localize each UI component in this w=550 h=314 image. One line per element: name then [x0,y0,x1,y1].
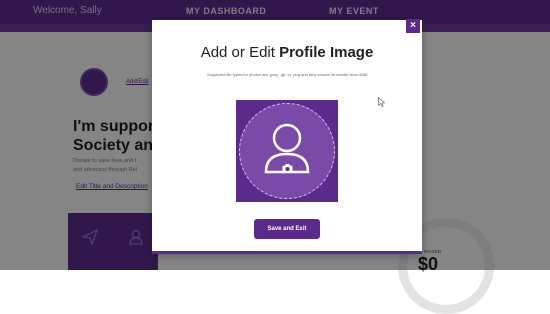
profile-image-upload-area[interactable] [236,100,338,202]
modal-title: Add or Edit Profile Image [152,44,422,61]
camera-icon[interactable] [282,164,293,173]
modal-title-prefix: Add or Edit [200,44,280,61]
close-icon[interactable]: × [406,19,420,33]
profile-image-modal: Add or Edit Profile Image Supported file… [152,20,422,254]
user-placeholder-icon [264,123,310,174]
mouse-pointer-icon [378,97,386,107]
save-and-exit-button[interactable]: Save and Exit [254,219,320,239]
modal-title-bold: Profile Image [279,44,374,61]
modal-subtitle: Supported file types for photos are .jpe… [206,72,368,77]
